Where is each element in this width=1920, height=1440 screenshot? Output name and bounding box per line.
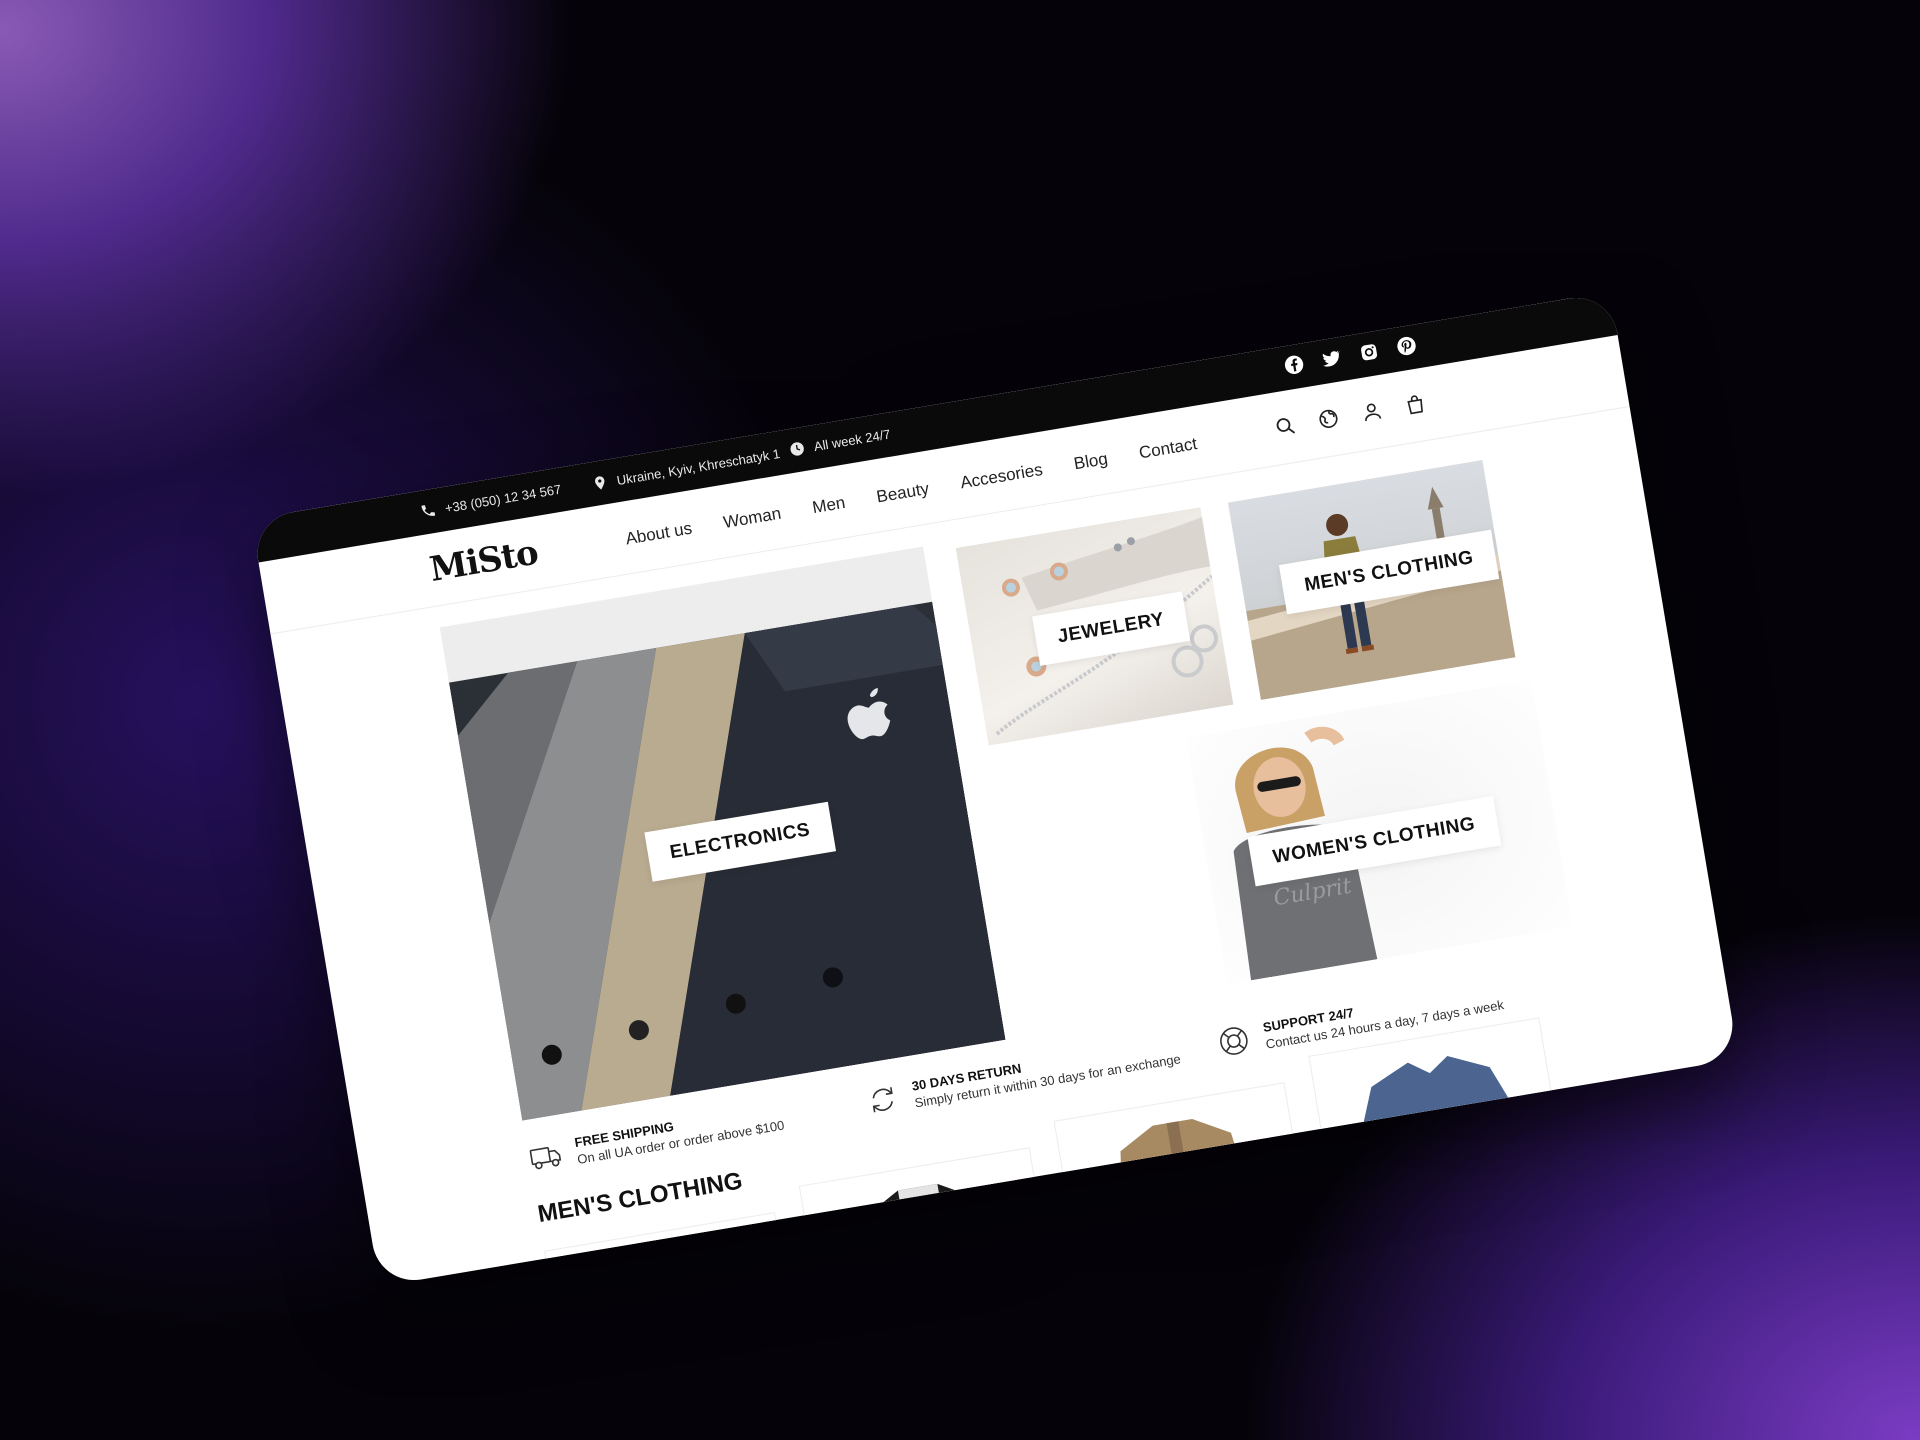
header-actions bbox=[1272, 392, 1428, 439]
pinterest-icon[interactable] bbox=[1395, 334, 1418, 357]
browser-screen: +38 (050) 12 34 567 Ukraine, Kyiv, Khres… bbox=[251, 291, 1739, 1287]
phone-number: +38 (050) 12 34 567 bbox=[443, 481, 563, 516]
hours-info: All week 24/7 bbox=[788, 426, 892, 459]
hours-text: All week 24/7 bbox=[812, 426, 892, 454]
section-title-mens-clothing: MEN'S CLOTHING bbox=[535, 1167, 745, 1229]
globe-icon[interactable] bbox=[1316, 406, 1341, 431]
nav-accesories[interactable]: Accesories bbox=[959, 460, 1044, 493]
facebook-icon[interactable] bbox=[1283, 353, 1306, 376]
lifebuoy-icon bbox=[1220, 1027, 1248, 1055]
category-mens-clothing[interactable]: MEN'S CLOTHING bbox=[1227, 460, 1516, 700]
nav-men[interactable]: Men bbox=[811, 493, 847, 518]
product-card[interactable] bbox=[544, 1212, 799, 1287]
category-electronics[interactable]: ELECTRONICS bbox=[439, 546, 1006, 1121]
twitter-icon[interactable] bbox=[1320, 347, 1343, 370]
nav-about-us[interactable]: About us bbox=[624, 519, 693, 550]
nav-blog[interactable]: Blog bbox=[1072, 449, 1109, 474]
search-icon[interactable] bbox=[1272, 413, 1297, 438]
shirt-product-image bbox=[854, 1183, 1001, 1287]
product-card[interactable] bbox=[1053, 1082, 1308, 1261]
product-card[interactable] bbox=[798, 1147, 1054, 1287]
user-icon[interactable] bbox=[1359, 399, 1384, 424]
nav-contact[interactable]: Contact bbox=[1138, 434, 1199, 463]
category-womens-clothing[interactable]: Culprit WOMEN'S CLOTHING bbox=[1186, 679, 1573, 985]
phone-icon bbox=[421, 505, 436, 516]
jacket-product-image bbox=[1120, 1118, 1262, 1253]
site-logo[interactable]: MiSto bbox=[427, 533, 541, 590]
truck-icon bbox=[529, 1147, 562, 1170]
instagram-icon[interactable] bbox=[1358, 341, 1381, 364]
nav-beauty[interactable]: Beauty bbox=[875, 479, 931, 507]
tshirt-product-image bbox=[1362, 1056, 1513, 1184]
return-arrows-icon bbox=[872, 1087, 893, 1113]
bag-icon[interactable] bbox=[1403, 392, 1428, 417]
category-jewelery[interactable]: JEWELERY bbox=[955, 507, 1234, 746]
product-card[interactable] bbox=[1308, 1017, 1563, 1196]
location-pin-icon bbox=[595, 476, 605, 490]
nav-woman[interactable]: Woman bbox=[722, 504, 783, 533]
bag-product-image bbox=[620, 1252, 734, 1287]
phone-info[interactable]: +38 (050) 12 34 567 bbox=[419, 481, 562, 520]
social-links bbox=[1283, 334, 1418, 376]
clock-icon bbox=[790, 442, 804, 456]
